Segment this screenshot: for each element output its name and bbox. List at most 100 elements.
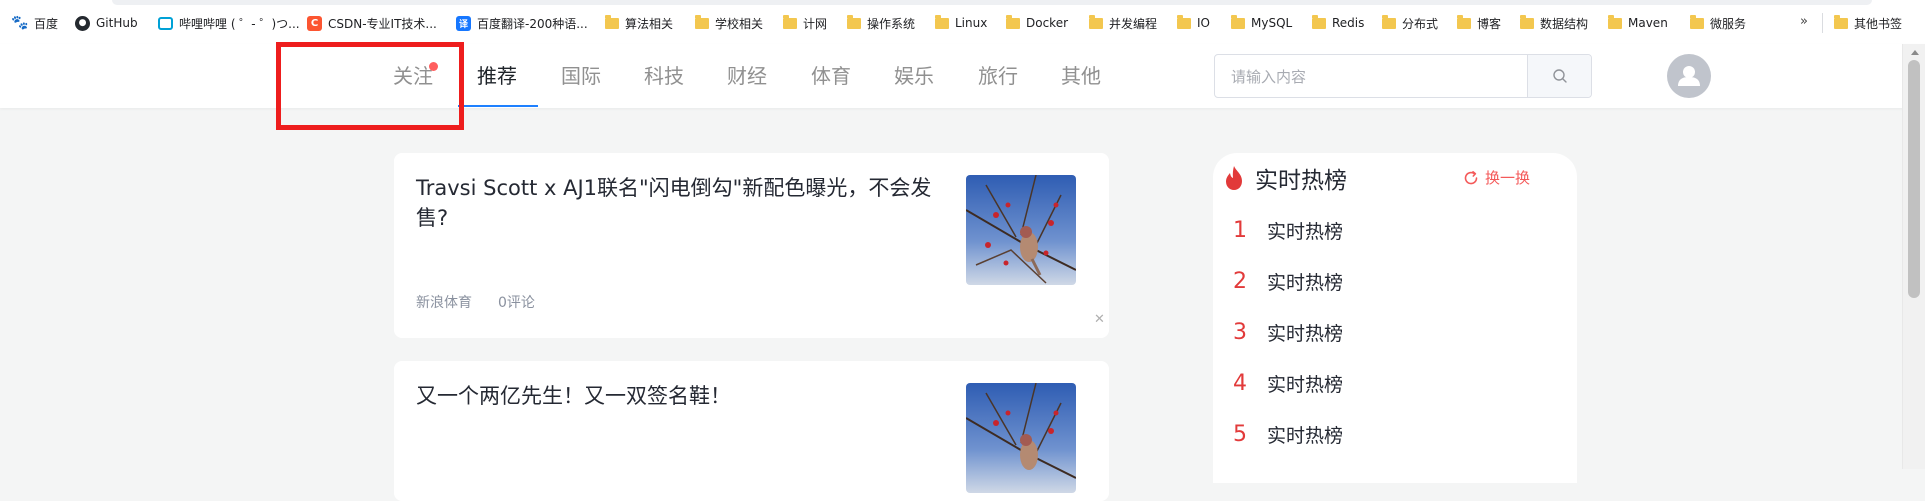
folder-icon (1520, 14, 1534, 29)
scroll-up-arrow-icon[interactable] (1911, 50, 1919, 55)
refresh-button[interactable]: 换一换 (1463, 167, 1530, 188)
folder-icon (1382, 14, 1396, 29)
hot-text[interactable]: 实时热榜 (1267, 268, 1343, 295)
bookmarks-overflow-button[interactable]: » (1800, 14, 1808, 29)
bookmark-folder[interactable]: 数据结构 (1520, 14, 1588, 32)
hot-list-item[interactable]: 5 实时热榜 (1233, 419, 1343, 449)
bookmark-label: 百度翻译-200种语... (477, 16, 588, 31)
bookmark-folder[interactable]: 分布式 (1382, 14, 1438, 32)
bookmark-label: CSDN-专业IT技术... (328, 16, 437, 31)
hot-rank: 3 (1233, 319, 1247, 345)
article-comments[interactable]: 0评论 (498, 292, 535, 312)
hot-list-item[interactable]: 1 实时热榜 (1233, 215, 1343, 245)
hot-rank: 2 (1233, 268, 1247, 294)
bookmark-label: Redis (1332, 16, 1365, 30)
search-icon (1552, 69, 1567, 83)
hot-text[interactable]: 实时热榜 (1267, 319, 1343, 346)
bookmark-label: IO (1197, 16, 1210, 30)
nav-recommend[interactable]: 推荐 (477, 44, 517, 108)
folder-icon (1177, 14, 1191, 29)
folder-icon (1608, 14, 1622, 29)
bookmark-bilibili[interactable]: 哔哩哔哩 ( ゜- ゜)つ... (158, 14, 300, 32)
bookmark-folder[interactable]: MySQL (1231, 14, 1292, 32)
bookmark-folder[interactable]: Maven (1608, 14, 1668, 32)
search-input[interactable] (1229, 55, 1523, 99)
article-title[interactable]: Travsi Scott x AJ1联名"闪电倒勾"新配色曝光，不会发售? (416, 173, 946, 233)
hot-rank: 5 (1233, 421, 1247, 447)
folder-icon (1312, 14, 1326, 29)
search-box (1214, 54, 1592, 99)
folder-icon (695, 14, 709, 29)
bookmark-folder[interactable]: IO (1177, 14, 1210, 32)
bookmark-label: 计网 (803, 16, 828, 31)
nav-other[interactable]: 其他 (1061, 44, 1101, 108)
hot-text[interactable]: 实时热榜 (1267, 217, 1343, 244)
folder-icon (1690, 14, 1704, 29)
bilibili-icon (158, 16, 173, 30)
bookmark-folder[interactable]: 操作系统 (847, 14, 915, 32)
bookmark-label: 哔哩哔哩 ( ゜- ゜)つ... (179, 16, 300, 31)
hot-list-panel: 实时热榜 换一换 1 实时热榜 2 实时热榜 3 实时热榜 4 实时热榜 5 实… (1213, 153, 1577, 483)
folder-icon (1089, 14, 1103, 29)
bookmark-other[interactable]: 其他书签 (1834, 14, 1902, 32)
baidu-icon: 🐾 (11, 15, 29, 31)
nav-international[interactable]: 国际 (561, 44, 601, 108)
bookmark-label: GitHub (96, 16, 138, 30)
translate-icon: 译 (456, 15, 471, 31)
scrollbar-thumb[interactable] (1908, 60, 1920, 298)
close-icon[interactable]: ✕ (1094, 313, 1105, 326)
fire-icon (1226, 166, 1242, 190)
bookmark-csdn[interactable]: C CSDN-专业IT技术... (307, 14, 437, 32)
bookmark-folder[interactable]: Redis (1312, 14, 1364, 32)
nav-travel[interactable]: 旅行 (978, 44, 1018, 108)
article-title[interactable]: 又一个两亿先生！又一双签名鞋！ (416, 381, 946, 411)
bookmark-label: 百度 (34, 16, 59, 31)
bookmark-label: Maven (1628, 16, 1668, 30)
bookmark-folder[interactable]: 计网 (783, 14, 827, 32)
article-source[interactable]: 新浪体育 (416, 292, 472, 312)
bookmark-folder[interactable]: 博客 (1457, 14, 1501, 32)
hot-rank: 4 (1233, 370, 1247, 396)
article-meta: 新浪体育 0评论 (416, 292, 535, 312)
bookmark-label: 并发编程 (1109, 16, 1158, 31)
bookmark-label: MySQL (1251, 16, 1293, 30)
nav-entertainment[interactable]: 娱乐 (894, 44, 934, 108)
active-tab-indicator (458, 105, 538, 107)
page-scrollbar[interactable] (1902, 44, 1925, 469)
bookmark-folder[interactable]: Docker (1006, 14, 1068, 32)
bookmark-label: 学校相关 (715, 16, 764, 31)
hot-list-item[interactable]: 3 实时热榜 (1233, 317, 1343, 347)
bookmark-label: Docker (1026, 16, 1069, 30)
bird-on-branch-image[interactable] (966, 383, 1076, 493)
nav-sports[interactable]: 体育 (811, 44, 851, 108)
hot-rank: 1 (1233, 217, 1247, 243)
bookmark-label: 操作系统 (867, 16, 916, 31)
github-icon: ● (75, 15, 90, 31)
bookmark-baidu[interactable]: 🐾 百度 (11, 14, 59, 32)
bookmark-folder[interactable]: 算法相关 (605, 14, 673, 32)
nav-tech[interactable]: 科技 (644, 44, 684, 108)
bookmark-folder[interactable]: 学校相关 (695, 14, 763, 32)
folder-icon (935, 14, 949, 29)
bookmark-folder[interactable]: Linux (935, 14, 987, 32)
folder-icon (1457, 14, 1471, 29)
article-card[interactable]: Travsi Scott x AJ1联名"闪电倒勾"新配色曝光，不会发售? 新浪… (394, 153, 1109, 338)
nav-finance[interactable]: 财经 (727, 44, 767, 108)
bookmark-label: Linux (955, 16, 988, 30)
bookmark-folder[interactable]: 微服务 (1690, 14, 1746, 32)
address-bar-edge (112, 0, 1872, 5)
user-avatar[interactable] (1667, 54, 1711, 98)
hot-text[interactable]: 实时热榜 (1267, 421, 1343, 448)
hot-text[interactable]: 实时热榜 (1267, 370, 1343, 397)
article-card[interactable]: 又一个两亿先生！又一双签名鞋！ (394, 361, 1109, 501)
folder-icon (1006, 14, 1020, 29)
bookmark-translate[interactable]: 译 百度翻译-200种语... (456, 14, 588, 32)
bookmark-label: 其他书签 (1854, 16, 1903, 31)
bird-on-branch-image[interactable] (966, 175, 1076, 285)
bookmark-github[interactable]: ● GitHub (75, 14, 138, 32)
search-button[interactable] (1527, 55, 1591, 97)
hot-list-title: 实时热榜 (1255, 168, 1347, 194)
bookmark-folder[interactable]: 并发编程 (1089, 14, 1157, 32)
hot-list-item[interactable]: 4 实时热榜 (1233, 368, 1343, 398)
hot-list-item[interactable]: 2 实时热榜 (1233, 266, 1343, 296)
